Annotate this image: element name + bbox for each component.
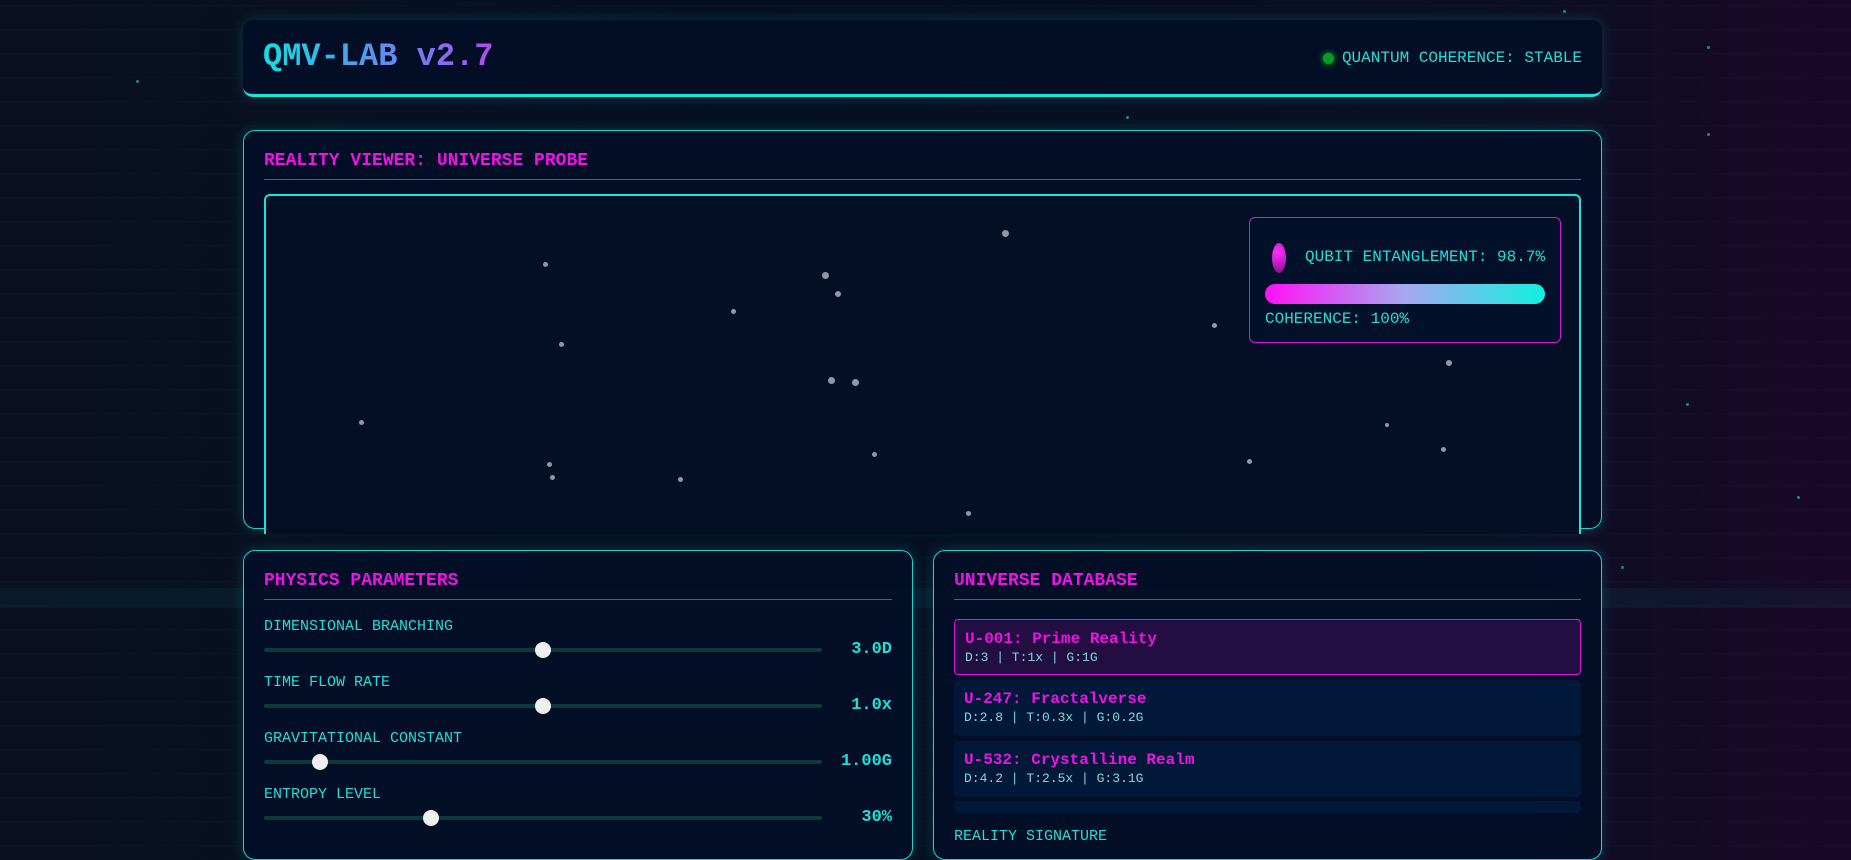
star <box>547 462 552 467</box>
param-slider[interactable] <box>264 642 822 658</box>
reality-signature-label: REALITY SIGNATURE <box>954 828 1108 845</box>
star <box>1247 459 1252 464</box>
star <box>822 272 829 279</box>
star <box>872 452 877 457</box>
star <box>1441 447 1446 452</box>
qubit-orb-icon <box>1272 243 1286 273</box>
physics-parameters-panel: PHYSICS PARAMETERS DIMENSIONAL BRANCHING… <box>243 550 913 860</box>
slider-thumb[interactable] <box>535 642 551 658</box>
background-star <box>136 80 139 83</box>
slider-thumb[interactable] <box>311 754 328 770</box>
background-star <box>1797 496 1800 499</box>
star <box>1002 230 1009 237</box>
star <box>359 420 364 425</box>
star <box>835 291 841 297</box>
universe-list-item[interactable]: U-532: Crystalline Realm D:4.2 | T:2.5x |… <box>954 741 1581 797</box>
param-slider[interactable] <box>264 754 822 770</box>
panel-title: REALITY VIEWER: UNIVERSE PROBE <box>264 151 1581 180</box>
star <box>1385 423 1389 427</box>
universe-meta: D:4.2 | T:2.5x | G:3.1G <box>964 771 1144 786</box>
slider-thumb[interactable] <box>535 698 551 714</box>
universe-canvas[interactable]: QUBIT ENTANGLEMENT: 98.7% COHERENCE: 100… <box>264 194 1581 534</box>
param-time-flow-rate: TIME FLOW RATE 1.0x <box>264 674 892 715</box>
coherence-label: COHERENCE: 100% <box>1265 310 1410 328</box>
universe-list-item[interactable]: U-001: Prime Reality D:3 | T:1x | G:1G <box>954 619 1581 675</box>
coherence-bar <box>1265 284 1545 304</box>
universe-meta: D:2.8 | T:0.3x | G:0.2G <box>964 710 1144 725</box>
star <box>731 309 736 314</box>
universe-database-panel: UNIVERSE DATABASE U-001: Prime Reality D:… <box>933 550 1602 860</box>
param-dimensional-branching: DIMENSIONAL BRANCHING 3.0D <box>264 618 892 659</box>
background-star <box>1563 10 1566 13</box>
star <box>966 511 971 516</box>
star <box>1446 360 1452 366</box>
panel-title: PHYSICS PARAMETERS <box>264 571 892 600</box>
coherence-status: QUANTUM COHERENCE: STABLE <box>1322 49 1582 67</box>
app-header: QMV-LAB v2.7 QUANTUM COHERENCE: STABLE <box>243 20 1602 97</box>
background-star <box>1621 566 1624 569</box>
universe-list-item[interactable]: U-247: Fractalverse D:2.8 | T:0.3x | G:0.… <box>954 680 1581 736</box>
entanglement-label: QUBIT ENTANGLEMENT: 98.7% <box>1305 248 1546 266</box>
param-value: 1.00G <box>840 752 892 771</box>
qubit-overlay: QUBIT ENTANGLEMENT: 98.7% COHERENCE: 100… <box>1249 217 1561 343</box>
star <box>828 377 835 384</box>
universe-name: U-247: Fractalverse <box>964 690 1147 708</box>
app-title: QMV-LAB v2.7 <box>263 38 494 75</box>
status-text: QUANTUM COHERENCE: STABLE <box>1341 49 1582 67</box>
param-value: 30% <box>861 808 892 827</box>
param-label: DIMENSIONAL BRANCHING <box>264 618 454 635</box>
param-slider[interactable] <box>264 810 822 826</box>
param-label: GRAVITATIONAL CONSTANT <box>264 730 463 747</box>
param-value: 1.0x <box>851 696 892 715</box>
background-star <box>1126 116 1129 119</box>
param-entropy-level: ENTROPY LEVEL 30% <box>264 786 892 827</box>
star <box>543 262 548 267</box>
background-star <box>1707 133 1710 136</box>
param-gravitational-constant: GRAVITATIONAL CONSTANT 1.00G <box>264 730 892 771</box>
param-value: 3.0D <box>851 640 892 659</box>
universe-meta: D:3 | T:1x | G:1G <box>965 650 1098 665</box>
list-item-partial[interactable] <box>954 801 1581 813</box>
background-star <box>1686 403 1689 406</box>
panel-title: UNIVERSE DATABASE <box>954 571 1581 600</box>
star <box>1212 323 1217 328</box>
slider-thumb[interactable] <box>423 810 440 826</box>
universe-name: U-001: Prime Reality <box>965 630 1158 648</box>
status-dot-icon <box>1322 52 1334 64</box>
star <box>550 475 555 480</box>
universe-name: U-532: Crystalline Realm <box>964 751 1195 769</box>
star <box>678 477 683 482</box>
star <box>559 342 564 347</box>
reality-viewer-panel: REALITY VIEWER: UNIVERSE PROBE QUBIT ENT… <box>243 130 1602 534</box>
star <box>852 379 859 386</box>
background-star <box>1707 46 1710 49</box>
param-label: TIME FLOW RATE <box>264 674 391 691</box>
param-label: ENTROPY LEVEL <box>264 786 382 803</box>
param-slider[interactable] <box>264 698 822 714</box>
